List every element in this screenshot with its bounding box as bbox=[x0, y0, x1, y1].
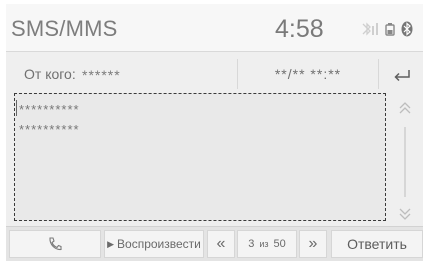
reply-button[interactable]: Ответить bbox=[331, 230, 423, 258]
bottom-toolbar: ▶ Воспроизвести « 3 из 50 » Ответить bbox=[6, 226, 423, 261]
phone-icon bbox=[49, 237, 62, 251]
page-total: 50 bbox=[273, 238, 286, 250]
title-bar: SMS/MMS 4:58 bbox=[6, 4, 423, 52]
status-icons bbox=[360, 21, 422, 37]
back-button[interactable] bbox=[385, 59, 419, 89]
battery-icon bbox=[385, 23, 395, 36]
call-button[interactable] bbox=[9, 230, 101, 258]
message-body[interactable]: ********** ********** bbox=[14, 93, 386, 221]
play-button[interactable]: ▶ Воспроизвести bbox=[104, 230, 204, 258]
from-label: От кого: bbox=[24, 66, 76, 82]
message-line: ********** bbox=[19, 102, 80, 117]
message-header-row: От кого: ****** **/** **:** bbox=[6, 57, 423, 91]
back-arrow-icon bbox=[394, 70, 410, 82]
scrollbar[interactable] bbox=[390, 93, 420, 223]
date-time-field: **/** **:** bbox=[237, 59, 379, 89]
chevron-down-icon[interactable] bbox=[397, 205, 413, 223]
sms-screen: SMS/MMS 4:58 От кого: ****** **/** **:** bbox=[6, 4, 423, 261]
sender-value: ****** bbox=[82, 67, 121, 83]
clock: 4:58 bbox=[275, 15, 324, 43]
bluetooth-phone-icon bbox=[362, 22, 378, 36]
next-message-button[interactable]: » bbox=[299, 230, 327, 258]
message-line: ********** bbox=[19, 122, 80, 137]
bluetooth-icon bbox=[401, 21, 413, 37]
play-icon: ▶ bbox=[107, 238, 115, 249]
text-cursor bbox=[16, 100, 17, 116]
date-time-value: **/** **:** bbox=[274, 66, 342, 82]
page-indicator: 3 из 50 bbox=[237, 230, 297, 258]
chevron-up-icon[interactable] bbox=[397, 99, 413, 121]
scroll-track[interactable] bbox=[404, 127, 406, 197]
play-label: Воспроизвести bbox=[117, 237, 201, 251]
page-separator: из bbox=[259, 239, 269, 249]
page-current: 3 bbox=[248, 238, 255, 250]
app-title: SMS/MMS bbox=[11, 16, 118, 41]
previous-message-button[interactable]: « bbox=[207, 230, 235, 258]
